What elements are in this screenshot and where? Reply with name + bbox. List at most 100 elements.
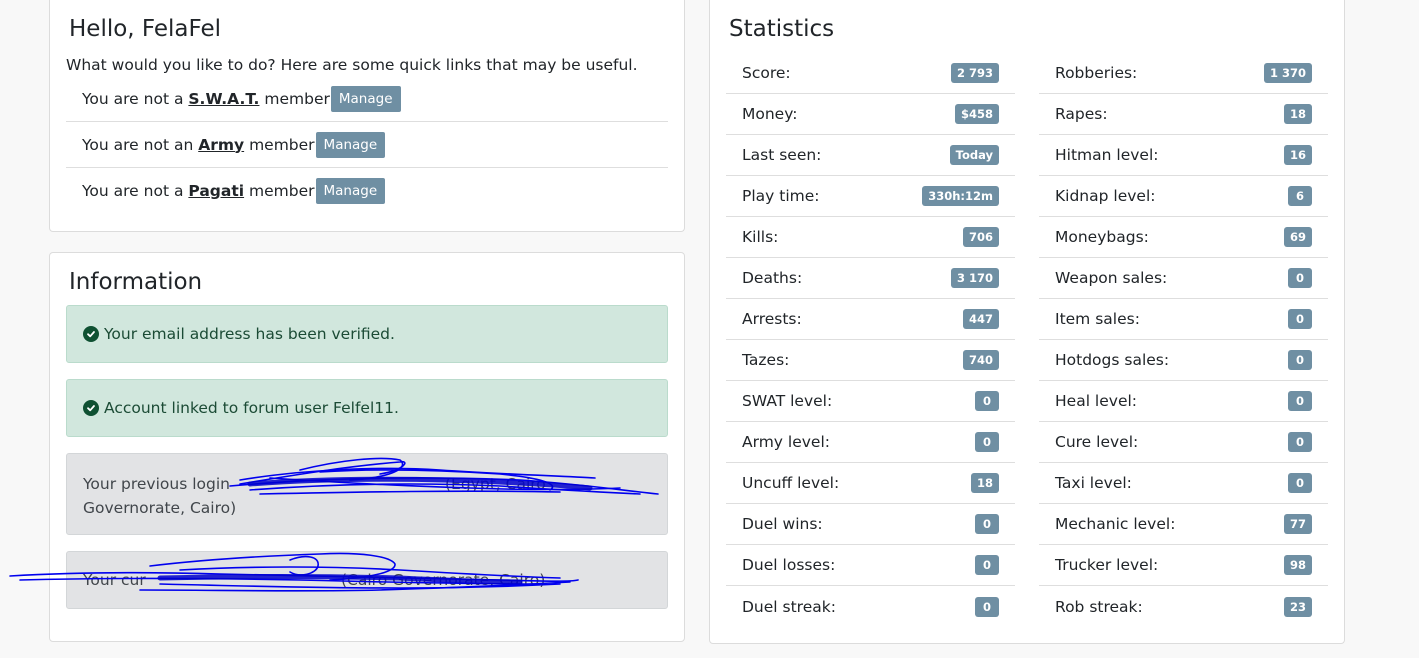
stat-row: Duel losses: 0 bbox=[726, 545, 1015, 586]
stat-label: Trucker level: bbox=[1055, 556, 1159, 574]
email-verified-alert: Your email address has been verified. bbox=[66, 305, 668, 363]
stat-row: Mechanic level: 77 bbox=[1039, 504, 1328, 545]
stat-label: Duel wins: bbox=[742, 515, 823, 533]
stat-label: Robberies: bbox=[1055, 64, 1138, 82]
stat-value-badge: 0 bbox=[1288, 350, 1312, 370]
stat-row: Rapes: 18 bbox=[1039, 94, 1328, 135]
stat-row: Deaths: 3 170 bbox=[726, 258, 1015, 299]
stat-value-badge: 706 bbox=[962, 227, 999, 247]
stat-label: Moneybags: bbox=[1055, 228, 1149, 246]
stat-label: Tazes: bbox=[742, 351, 790, 369]
stat-label: Kills: bbox=[742, 228, 779, 246]
statistics-left-column: Score: 2 793 Money: $458 Last seen: Today Play… bbox=[726, 53, 1015, 627]
stat-value-badge: 2 793 bbox=[950, 63, 999, 83]
forum-linked-alert: Account linked to forum user Felfel11. bbox=[66, 379, 668, 437]
group-name-army: Army bbox=[198, 135, 245, 154]
stat-value-badge: 23 bbox=[1283, 596, 1312, 617]
stat-label: SWAT level: bbox=[742, 392, 833, 410]
stat-label: Play time: bbox=[742, 187, 820, 205]
manage-swat-button[interactable]: Manage bbox=[330, 85, 401, 112]
group-name-swat: S.W.A.T. bbox=[188, 89, 260, 108]
current-login-location: (Cairo Governorate, Cairo) bbox=[341, 571, 546, 589]
stat-row: SWAT level: 0 bbox=[726, 381, 1015, 422]
statistics-right-column: Robberies: 1 370 Rapes: 18 Hitman level: 16 Ki… bbox=[1039, 53, 1328, 627]
group-prefix: You are not a bbox=[82, 182, 184, 200]
stat-value-badge: 98 bbox=[1283, 555, 1312, 575]
email-verified-text: Your email address has been verified. bbox=[104, 325, 395, 343]
stat-value-badge: 6 bbox=[1288, 186, 1312, 206]
previous-login-location-line2: Governorate, Cairo) bbox=[83, 499, 237, 517]
manage-pagati-button[interactable]: Manage bbox=[315, 178, 386, 204]
stat-row: Last seen: Today bbox=[726, 135, 1015, 176]
stat-value-badge: 18 bbox=[970, 473, 999, 493]
stat-value-badge: 330h:12m bbox=[922, 186, 999, 206]
stat-value-badge: 0 bbox=[1288, 268, 1312, 288]
stat-value-badge: $458 bbox=[954, 104, 999, 124]
statistics-card: Statistics Score: 2 793 Money: $458 Last see… bbox=[709, 0, 1345, 644]
stat-row: Duel wins: 0 bbox=[726, 504, 1015, 545]
stat-row: Weapon sales: 0 bbox=[1039, 258, 1328, 299]
group-row-pagati: You are not a Pagati member Manage bbox=[66, 168, 668, 214]
stat-label: Money: bbox=[742, 105, 798, 123]
stat-label: Hitman level: bbox=[1055, 146, 1159, 164]
current-login-text: Your cur bbox=[83, 571, 146, 589]
stat-row: Trucker level: 98 bbox=[1039, 545, 1328, 586]
stat-label: Duel streak: bbox=[742, 597, 836, 616]
forum-linked-text: Account linked to forum user Felfel11. bbox=[104, 399, 399, 417]
stat-row: Item sales: 0 bbox=[1039, 299, 1328, 340]
check-circle-icon bbox=[83, 326, 99, 342]
stat-row: Kills: 706 bbox=[726, 217, 1015, 258]
current-login-alert: Your cur (Cairo Governorate, Cairo) bbox=[66, 551, 668, 609]
stat-value-badge: 18 bbox=[1283, 104, 1312, 124]
stat-value-badge: 0 bbox=[975, 555, 999, 575]
stat-row: Score: 2 793 bbox=[726, 53, 1015, 94]
stat-label: Uncuff level: bbox=[742, 474, 840, 492]
stat-row: Duel streak: 0 bbox=[726, 586, 1015, 627]
stat-label: Rob streak: bbox=[1055, 597, 1143, 616]
group-prefix: You are not an bbox=[82, 135, 194, 154]
stat-label: Heal level: bbox=[1055, 392, 1138, 410]
stat-row: Heal level: 0 bbox=[1039, 381, 1328, 422]
group-row-army: You are not an Army member Manage bbox=[66, 122, 668, 168]
stat-label: Deaths: bbox=[742, 269, 803, 287]
group-row-swat: You are not a S.W.A.T. member Manage bbox=[66, 76, 668, 122]
stat-value-badge: 447 bbox=[962, 309, 999, 329]
check-circle-icon bbox=[83, 400, 99, 416]
stat-value-badge: 69 bbox=[1283, 227, 1312, 247]
stat-row: Uncuff level: 18 bbox=[726, 463, 1015, 504]
stat-label: Arrests: bbox=[742, 310, 802, 328]
stat-value-badge: Today bbox=[949, 145, 999, 165]
information-card: Information Your email address has been … bbox=[49, 252, 685, 642]
stat-row: Army level: 0 bbox=[726, 422, 1015, 463]
stat-value-badge: 0 bbox=[975, 596, 999, 617]
statistics-title: Statistics bbox=[729, 16, 835, 42]
stat-row: Taxi level: 0 bbox=[1039, 463, 1328, 504]
stat-value-badge: 0 bbox=[975, 432, 999, 452]
stat-label: Weapon sales: bbox=[1055, 269, 1168, 287]
greeting-title: Hello, FelaFel bbox=[69, 16, 222, 42]
group-suffix: member bbox=[249, 182, 315, 200]
stat-row: Moneybags: 69 bbox=[1039, 217, 1328, 258]
stat-row: Rob streak: 23 bbox=[1039, 586, 1328, 627]
stat-row: Hitman level: 16 bbox=[1039, 135, 1328, 176]
stat-label: Cure level: bbox=[1055, 433, 1139, 451]
stat-label: Duel losses: bbox=[742, 556, 836, 574]
stat-value-badge: 1 370 bbox=[1263, 63, 1312, 83]
manage-army-button[interactable]: Manage bbox=[315, 131, 386, 158]
stat-value-badge: 0 bbox=[1288, 309, 1312, 329]
greeting-subtitle: What would you like to do? Here are some… bbox=[66, 56, 638, 74]
stat-row: Arrests: 447 bbox=[726, 299, 1015, 340]
stat-row: Hotdogs sales: 0 bbox=[1039, 340, 1328, 381]
stat-row: Play time: 330h:12m bbox=[726, 176, 1015, 217]
stat-row: Robberies: 1 370 bbox=[1039, 53, 1328, 94]
stat-label: Rapes: bbox=[1055, 105, 1108, 123]
group-prefix: You are not a bbox=[82, 89, 184, 108]
stat-row: Money: $458 bbox=[726, 94, 1015, 135]
stat-label: Item sales: bbox=[1055, 310, 1140, 328]
stat-row: Kidnap level: 6 bbox=[1039, 176, 1328, 217]
information-title: Information bbox=[69, 269, 203, 295]
group-suffix: member bbox=[249, 135, 315, 154]
stat-value-badge: 0 bbox=[975, 514, 999, 534]
stat-value-badge: 0 bbox=[975, 391, 999, 411]
stat-label: Score: bbox=[742, 64, 791, 82]
